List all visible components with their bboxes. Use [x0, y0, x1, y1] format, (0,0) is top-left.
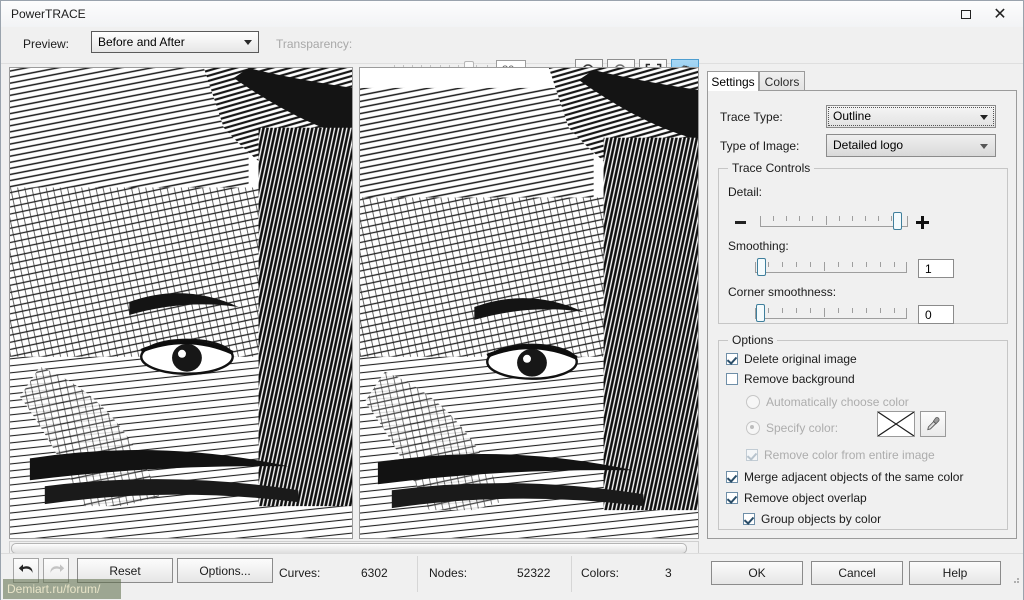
engraved-portrait-original: [10, 68, 352, 538]
smoothing-slider-track: [755, 262, 907, 273]
radio-specify-color[interactable]: Specify color:: [746, 421, 838, 435]
smoothing-slider[interactable]: [755, 258, 907, 277]
eyedropper-button[interactable]: [920, 411, 946, 437]
checkbox-group-objects-by-color[interactable]: Group objects by color: [743, 512, 881, 526]
checkbox-remove-object-overlap[interactable]: Remove object overlap: [726, 491, 867, 505]
checkbox-icon: [726, 373, 738, 385]
options-button-label: Options...: [199, 563, 251, 578]
checkbox-delete-original-image[interactable]: Delete original image: [726, 352, 857, 366]
checkbox-icon: [726, 353, 738, 365]
colors-value: 3: [665, 566, 672, 580]
checkbox-remove-background[interactable]: Remove background: [726, 372, 855, 386]
preview-mode-value: Before and After: [98, 35, 185, 49]
minus-icon[interactable]: [735, 221, 746, 224]
checkbox-label: Delete original image: [744, 352, 857, 366]
engraved-portrait-traced: [360, 68, 698, 538]
corner-smoothness-slider[interactable]: [755, 304, 907, 323]
title-bar: PowerTRACE ✕: [1, 1, 1023, 28]
curves-label: Curves:: [279, 566, 321, 580]
radio-icon: [746, 421, 760, 435]
no-color-icon: [877, 411, 915, 437]
corner-smoothness-slider-thumb[interactable]: [756, 304, 765, 322]
detail-slider-thumb[interactable]: [893, 212, 902, 230]
undo-icon: [18, 564, 33, 573]
ok-button-label: OK: [748, 566, 766, 580]
checkbox-icon: [746, 449, 758, 461]
close-button[interactable]: ✕: [985, 3, 1015, 25]
options-button[interactable]: Options...: [177, 558, 273, 583]
options-title: Options: [728, 333, 778, 347]
powertrace-dialog: PowerTRACE ✕ Preview: Before and After T…: [0, 0, 1024, 600]
radio-label: Specify color:: [766, 421, 839, 435]
chevron-down-icon: [980, 144, 988, 149]
original-image-preview[interactable]: [9, 67, 353, 539]
radio-label: Automatically choose color: [766, 395, 909, 409]
specify-color-swatch[interactable]: [877, 411, 915, 437]
nodes-label: Nodes:: [429, 566, 468, 580]
help-button[interactable]: Help: [909, 561, 1001, 585]
watermark: Demiart.ru/forum/: [3, 579, 121, 599]
cancel-button-label: Cancel: [838, 566, 876, 580]
detail-label: Detail:: [728, 185, 763, 199]
trace-type-value: Outline: [833, 109, 872, 123]
cancel-button[interactable]: Cancel: [811, 561, 903, 585]
preview-label: Preview:: [23, 37, 70, 51]
checkbox-label: Group objects by color: [761, 512, 882, 526]
bottom-bar: Reset Options... Curves: 6302 Nodes: 523…: [1, 553, 1023, 600]
checkbox-icon: [726, 471, 738, 483]
smoothing-slider-thumb[interactable]: [757, 258, 766, 276]
nodes-value: 52322: [517, 566, 551, 580]
chevron-down-icon: [980, 115, 988, 120]
checkbox-merge-adjacent-objects[interactable]: Merge adjacent objects of the same color: [726, 470, 963, 484]
traced-image-preview[interactable]: [359, 67, 699, 539]
plus-icon[interactable]: [916, 216, 929, 229]
colors-label: Colors:: [581, 566, 620, 580]
checkbox-label: Merge adjacent objects of the same color: [744, 470, 964, 484]
preview-mode-select[interactable]: Before and After: [91, 31, 259, 53]
reset-button-label: Reset: [109, 563, 141, 578]
settings-panel: Trace Type: Outline Type of Image: Detai…: [707, 90, 1017, 539]
checkbox-label: Remove color from entire image: [764, 448, 935, 462]
smoothing-label: Smoothing:: [728, 239, 789, 253]
preview-toolbar: Preview: Before and After Transparency: …: [1, 27, 1023, 83]
smoothing-value-field[interactable]: 1: [918, 259, 954, 278]
radio-automatically-choose-color[interactable]: Automatically choose color: [746, 395, 909, 409]
tab-colors[interactable]: Colors: [759, 71, 805, 91]
checkbox-icon: [743, 513, 755, 525]
tab-settings[interactable]: Settings: [707, 71, 759, 91]
detail-slider[interactable]: [760, 212, 908, 231]
window-title: PowerTRACE: [11, 7, 86, 21]
trace-type-label: Trace Type:: [720, 110, 783, 124]
type-of-image-value: Detailed logo: [833, 138, 904, 152]
curves-value: 6302: [361, 566, 388, 580]
maximize-button[interactable]: [951, 3, 981, 25]
transparency-label: Transparency:: [276, 37, 353, 51]
type-of-image-label: Type of Image:: [720, 139, 800, 153]
preview-area: [7, 67, 701, 539]
trace-controls-title: Trace Controls: [728, 161, 815, 175]
close-icon: ✕: [993, 4, 1007, 23]
trace-type-select[interactable]: Outline: [826, 105, 996, 128]
corner-smoothness-value-field[interactable]: 0: [918, 305, 954, 324]
chevron-down-icon: [244, 40, 252, 45]
corner-smoothness-slider-track: [755, 308, 907, 319]
help-button-label: Help: [942, 566, 968, 580]
watermark-text: Demiart.ru/forum/: [7, 582, 101, 596]
detail-slider-track: [760, 216, 908, 227]
redo-icon: [49, 564, 64, 573]
corner-smoothness-label: Corner smoothness:: [728, 285, 837, 299]
eyedropper-icon: [927, 417, 940, 431]
maximize-icon: [961, 9, 971, 19]
checkbox-label: Remove object overlap: [744, 491, 867, 505]
checkbox-label: Remove background: [744, 372, 855, 386]
checkbox-icon: [726, 492, 738, 504]
ok-button[interactable]: OK: [711, 561, 803, 585]
checkbox-remove-color-entire-image[interactable]: Remove color from entire image: [746, 448, 935, 462]
radio-icon: [746, 395, 760, 409]
tab-colors-label: Colors: [764, 74, 800, 89]
type-of-image-select[interactable]: Detailed logo: [826, 134, 996, 157]
tab-settings-label: Settings: [711, 74, 755, 89]
resize-grip-icon[interactable]: [1010, 574, 1020, 584]
